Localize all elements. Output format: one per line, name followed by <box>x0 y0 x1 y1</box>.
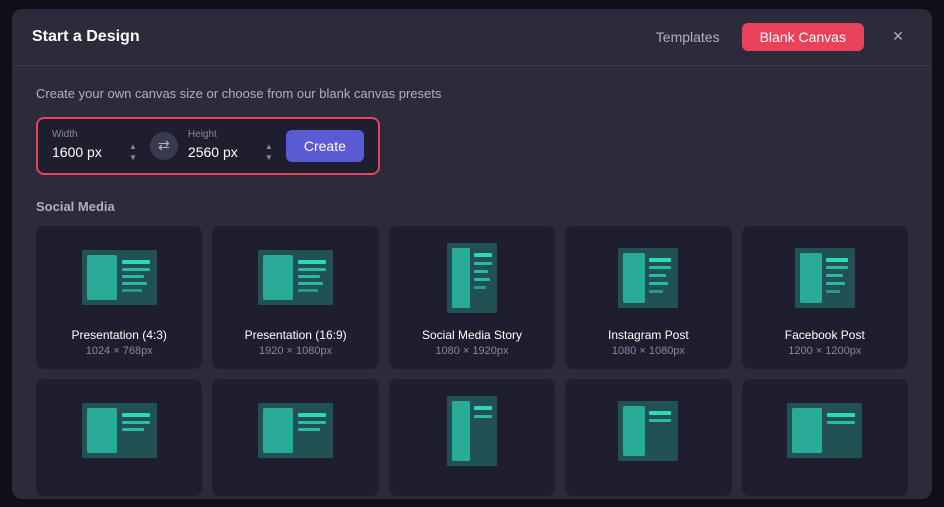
swap-button[interactable]: ⇄ <box>150 132 178 160</box>
modal-header: Start a Design Templates Blank Canvas × <box>12 9 932 66</box>
tab-group: Templates Blank Canvas <box>638 23 864 51</box>
row2-section <box>36 379 908 496</box>
height-down-btn[interactable]: ▼ <box>262 153 276 163</box>
card-r2-5[interactable] <box>742 379 908 496</box>
card-preview-presentation-4x3 <box>48 238 190 318</box>
preview-icon-r2-2 <box>258 403 333 458</box>
card-preview-presentation-16x9 <box>224 238 366 318</box>
card-preview-r2-1 <box>48 391 190 471</box>
card-preview-r2-5 <box>754 391 896 471</box>
card-title-presentation-16x9: Presentation (16:9) <box>245 328 347 342</box>
height-group: Height ▲ ▼ <box>188 129 276 163</box>
card-social-story[interactable]: Social Media Story 1080 × 1920px <box>389 226 555 369</box>
preview-icon-r2-4 <box>618 401 678 461</box>
card-r2-4[interactable] <box>565 379 731 496</box>
create-button[interactable]: Create <box>286 130 364 162</box>
modal: Start a Design Templates Blank Canvas × … <box>12 9 932 499</box>
width-label: Width <box>52 129 140 140</box>
modal-overlay: Start a Design Templates Blank Canvas × … <box>0 0 944 507</box>
modal-body: Create your own canvas size or choose fr… <box>12 66 932 499</box>
tab-templates[interactable]: Templates <box>638 23 738 51</box>
card-title-presentation-4x3: Presentation (4:3) <box>72 328 167 342</box>
preview-icon-facebook-post <box>795 248 855 308</box>
height-label: Height <box>188 129 276 140</box>
card-preview-r2-4 <box>577 391 719 471</box>
preview-icon-presentation-16x9 <box>258 250 333 305</box>
width-stepper: ▲ ▼ <box>126 142 140 163</box>
card-dims-social-story: 1080 × 1920px <box>435 345 508 357</box>
width-input[interactable] <box>52 144 122 160</box>
preview-icon-r2-3 <box>447 396 497 466</box>
height-input-row: ▲ ▼ <box>188 142 276 163</box>
card-preview-facebook-post <box>754 238 896 318</box>
card-preview-social-story <box>401 238 543 318</box>
card-title-instagram-post: Instagram Post <box>608 328 689 342</box>
card-r2-3[interactable] <box>389 379 555 496</box>
size-controls: Width ▲ ▼ ⇄ Height ▲ <box>36 117 380 175</box>
card-dims-presentation-4x3: 1024 × 768px <box>86 345 153 357</box>
card-presentation-4x3[interactable]: Presentation (4:3) 1024 × 768px <box>36 226 202 369</box>
card-dims-instagram-post: 1080 × 1080px <box>612 345 685 357</box>
width-down-btn[interactable]: ▼ <box>126 153 140 163</box>
preview-icon-r2-5 <box>787 403 862 458</box>
section-label-social: Social Media <box>36 199 908 214</box>
social-media-grid: Presentation (4:3) 1024 × 768px <box>36 226 908 369</box>
card-presentation-16x9[interactable]: Presentation (16:9) 1920 × 1080px <box>212 226 378 369</box>
width-group: Width ▲ ▼ <box>52 129 140 163</box>
subtitle-text: Create your own canvas size or choose fr… <box>36 86 908 101</box>
card-title-social-story: Social Media Story <box>422 328 522 342</box>
card-preview-r2-2 <box>224 391 366 471</box>
width-input-row: ▲ ▼ <box>52 142 140 163</box>
preview-icon-presentation-4x3 <box>82 250 157 305</box>
close-button[interactable]: × <box>884 23 912 51</box>
preview-icon-r2-1 <box>82 403 157 458</box>
height-up-btn[interactable]: ▲ <box>262 142 276 152</box>
card-preview-instagram-post <box>577 238 719 318</box>
height-input[interactable] <box>188 144 258 160</box>
card-preview-r2-3 <box>401 391 543 471</box>
card-title-facebook-post: Facebook Post <box>785 328 865 342</box>
tab-blank-canvas[interactable]: Blank Canvas <box>742 23 864 51</box>
card-dims-presentation-16x9: 1920 × 1080px <box>259 345 332 357</box>
card-dims-facebook-post: 1200 × 1200px <box>788 345 861 357</box>
modal-title: Start a Design <box>32 28 140 46</box>
card-r2-1[interactable] <box>36 379 202 496</box>
card-r2-2[interactable] <box>212 379 378 496</box>
width-up-btn[interactable]: ▲ <box>126 142 140 152</box>
preview-icon-social-story <box>447 243 497 313</box>
social-media-section: Social Media <box>36 199 908 369</box>
card-instagram-post[interactable]: Instagram Post 1080 × 1080px <box>565 226 731 369</box>
height-stepper: ▲ ▼ <box>262 142 276 163</box>
card-facebook-post[interactable]: Facebook Post 1200 × 1200px <box>742 226 908 369</box>
preview-icon-instagram-post <box>618 248 678 308</box>
row2-grid <box>36 379 908 496</box>
